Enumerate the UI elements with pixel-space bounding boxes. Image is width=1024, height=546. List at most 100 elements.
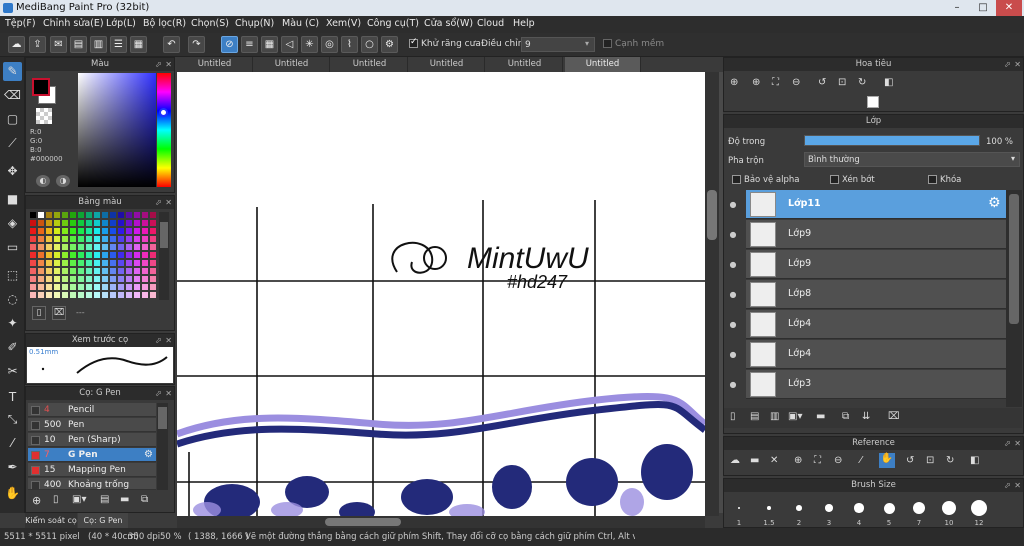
palette-swatch[interactable]	[102, 284, 108, 290]
magic-wand-tool-icon[interactable]: ✦	[3, 314, 22, 333]
brush-size-dot[interactable]	[738, 507, 740, 509]
menu-file[interactable]: Tệp(F)	[5, 18, 36, 29]
palette-swatch[interactable]	[62, 276, 68, 282]
palette-swatch[interactable]	[54, 244, 60, 250]
palette-swatch[interactable]	[46, 292, 52, 298]
palette-swatch[interactable]	[110, 276, 116, 282]
palette-grid[interactable]	[30, 212, 158, 300]
palette-swatch[interactable]	[54, 268, 60, 274]
palette-swatch[interactable]	[134, 252, 140, 258]
redo-icon[interactable]: ↷	[188, 36, 205, 53]
palette-swatch[interactable]	[142, 244, 148, 250]
palette-swatch[interactable]	[70, 220, 76, 226]
palette-swatch[interactable]	[78, 220, 84, 226]
palette-swatch[interactable]	[150, 276, 156, 282]
eyedropper-icon[interactable]: ⁄	[860, 455, 862, 466]
flip-icon[interactable]: ◧	[884, 77, 893, 88]
cloud-icon[interactable]: ☁	[8, 36, 25, 53]
palette-swatch[interactable]	[78, 292, 84, 298]
palette-swatch[interactable]	[46, 212, 52, 218]
layer-row[interactable]: Lớp8	[746, 280, 1006, 309]
rotate-right-icon[interactable]: ↻	[946, 455, 954, 466]
palette-swatch[interactable]	[78, 212, 84, 218]
palette-swatch[interactable]	[86, 228, 92, 234]
brush-list-scrollbar[interactable]	[157, 403, 168, 490]
menu-capture[interactable]: Chụp(N)	[235, 18, 274, 29]
palette-swatch[interactable]	[70, 268, 76, 274]
list-icon[interactable]: ☰	[110, 36, 127, 53]
clipping-checkbox[interactable]	[830, 175, 839, 184]
palette-swatch[interactable]	[38, 236, 44, 242]
brush-item[interactable]: 15 Mapping Pen	[28, 463, 156, 477]
palette-swatch[interactable]	[94, 212, 100, 218]
palette-swatch[interactable]	[86, 292, 92, 298]
palette-swatch[interactable]	[118, 292, 124, 298]
palette-swatch[interactable]	[62, 260, 68, 266]
palette-swatch[interactable]	[38, 268, 44, 274]
close-reference-icon[interactable]: ✕	[770, 455, 778, 466]
palette-swatch[interactable]	[86, 260, 92, 266]
palette-swatch[interactable]	[102, 220, 108, 226]
palette-swatch[interactable]	[142, 260, 148, 266]
drawing-canvas[interactable]: MintUwU #hd247	[177, 72, 705, 516]
palette-swatch[interactable]	[94, 252, 100, 258]
palette-swatch[interactable]	[70, 236, 76, 242]
palette-swatch[interactable]	[110, 252, 116, 258]
eye-icon[interactable]: ●	[726, 190, 740, 219]
lock-checkbox[interactable]	[928, 175, 937, 184]
palette-swatch[interactable]	[38, 244, 44, 250]
palette-swatch[interactable]	[86, 212, 92, 218]
palette-swatch[interactable]	[30, 220, 36, 226]
folder-icon[interactable]: ▬	[816, 411, 825, 422]
palette-swatch[interactable]	[102, 212, 108, 218]
cross-snap-icon[interactable]: ▦	[261, 36, 278, 53]
lasso-tool-icon[interactable]: ◌	[3, 290, 22, 309]
copy-icon[interactable]: ▤	[100, 494, 109, 505]
palette-swatch[interactable]	[150, 260, 156, 266]
palette-swatch[interactable]	[94, 228, 100, 234]
palette-swatch[interactable]	[142, 212, 148, 218]
palette-swatch[interactable]	[30, 284, 36, 290]
menu-layer[interactable]: Lớp(L)	[106, 18, 136, 29]
palette-swatch[interactable]	[142, 252, 148, 258]
palette-swatch[interactable]	[30, 260, 36, 266]
palette-swatch[interactable]	[126, 252, 132, 258]
menu-select[interactable]: Chọn(S)	[191, 18, 229, 29]
palette-swatch[interactable]	[62, 228, 68, 234]
palette-swatch[interactable]	[126, 284, 132, 290]
palette-swatch[interactable]	[54, 212, 60, 218]
layer-row[interactable]: Lớp4	[746, 340, 1006, 369]
brush-size-dot[interactable]	[883, 502, 895, 514]
menu-view[interactable]: Xem(V)	[326, 18, 361, 29]
gear-icon[interactable]: ⚙	[144, 448, 153, 462]
eyedropper-tool-icon[interactable]: ⁄	[3, 434, 22, 453]
palette-swatch[interactable]	[62, 284, 68, 290]
palette-swatch[interactable]	[46, 236, 52, 242]
palette-swatch[interactable]	[134, 292, 140, 298]
circle-snap-icon[interactable]: ◎	[321, 36, 338, 53]
palette-swatch[interactable]	[134, 276, 140, 282]
palette-swatch[interactable]	[78, 276, 84, 282]
grid-icon[interactable]: ▦	[130, 36, 147, 53]
maximize-button[interactable]: □	[970, 0, 996, 16]
brush-size-dot[interactable]	[796, 505, 802, 511]
palette-swatch[interactable]	[30, 244, 36, 250]
palette-swatch[interactable]	[142, 268, 148, 274]
trash-icon[interactable]: ⌧	[52, 306, 66, 320]
layer-row[interactable]: Lớp9	[746, 220, 1006, 249]
comment-icon[interactable]: ✉	[50, 36, 67, 53]
palette-swatch[interactable]	[38, 212, 44, 218]
palette-swatch[interactable]	[102, 252, 108, 258]
cloud-open-icon[interactable]: ☁	[730, 455, 740, 466]
text-tool-icon[interactable]: T	[3, 388, 22, 407]
layer-row[interactable]: Lớp3	[746, 370, 1006, 399]
eye-icon[interactable]: ●	[726, 220, 740, 249]
palette-swatch[interactable]	[118, 260, 124, 266]
zoom-out-icon[interactable]: ⊖	[792, 77, 800, 88]
palette-swatch[interactable]	[126, 292, 132, 298]
fit-icon[interactable]: ⛶	[772, 77, 779, 88]
palette-swatch[interactable]	[54, 236, 60, 242]
menu-cloud[interactable]: Cloud	[477, 18, 504, 29]
palette-swatch[interactable]	[94, 244, 100, 250]
palette-swatch[interactable]	[62, 292, 68, 298]
